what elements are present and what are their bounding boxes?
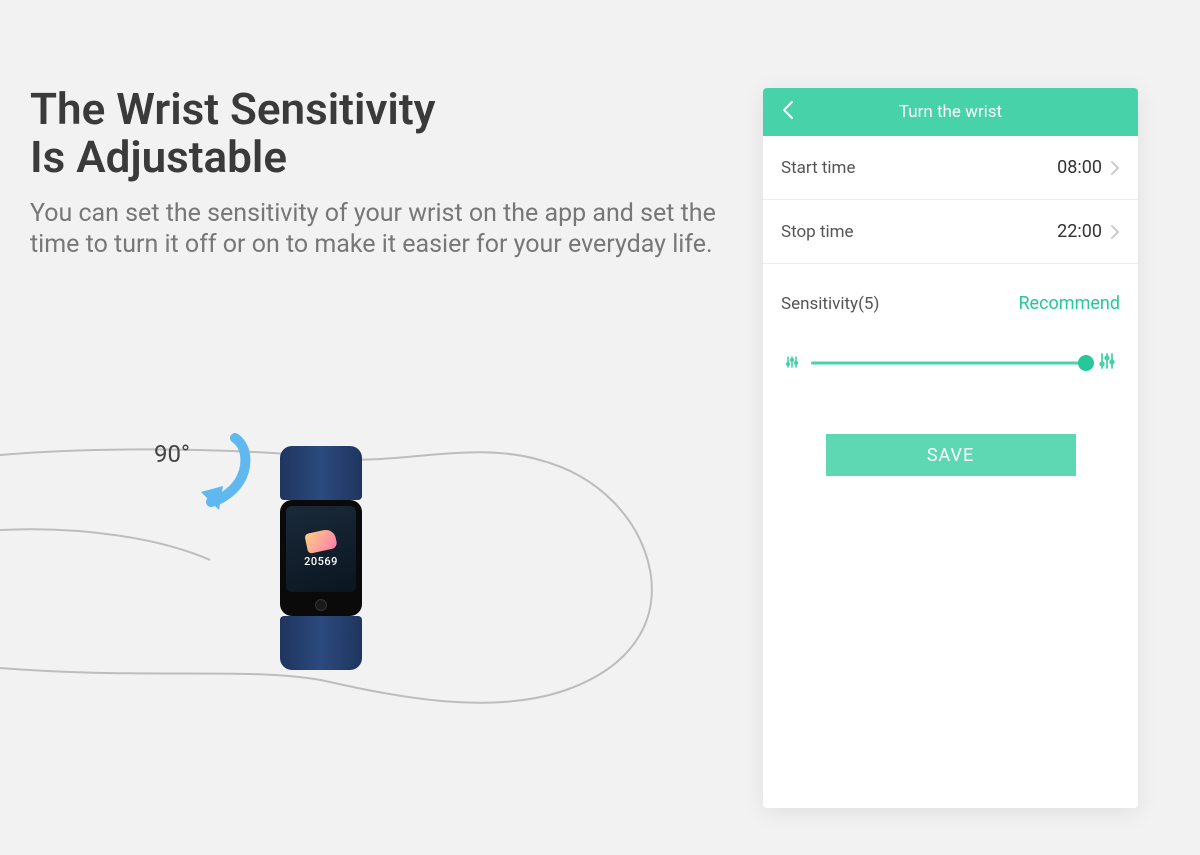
stop-time-label: Stop time bbox=[781, 222, 854, 242]
stop-time-value: 22:00 bbox=[1057, 221, 1102, 242]
app-header: Turn the wrist bbox=[763, 88, 1138, 136]
slider-thumb[interactable] bbox=[1078, 355, 1094, 371]
page-heading: The Wrist Sensitivity Is Adjustable bbox=[30, 85, 435, 182]
start-time-value: 08:00 bbox=[1057, 157, 1102, 178]
save-button[interactable]: SAVE bbox=[826, 434, 1076, 476]
rotation-arrow-icon bbox=[195, 432, 255, 512]
sensitivity-label: Sensitivity(5) bbox=[781, 294, 879, 314]
phone-app-panel: Turn the wrist Start time 08:00 Stop tim… bbox=[763, 88, 1138, 808]
shoe-icon bbox=[304, 528, 338, 554]
angle-label: 90° bbox=[154, 440, 190, 468]
wrist-outline-illustration bbox=[0, 430, 740, 750]
stop-time-row[interactable]: Stop time 22:00 bbox=[763, 200, 1138, 264]
app-title: Turn the wrist bbox=[899, 102, 1002, 122]
watch-steps-value: 20569 bbox=[304, 555, 338, 568]
heading-line1: The Wrist Sensitivity bbox=[30, 83, 435, 135]
chevron-left-icon bbox=[781, 100, 795, 120]
page-description: You can set the sensitivity of your wris… bbox=[30, 198, 730, 261]
sensitivity-slider[interactable] bbox=[811, 355, 1086, 371]
watch-home-button-icon bbox=[315, 599, 327, 611]
heading-line2: Is Adjustable bbox=[30, 131, 287, 183]
sliders-small-icon bbox=[785, 354, 799, 373]
start-time-label: Start time bbox=[781, 158, 855, 178]
chevron-right-icon bbox=[1110, 160, 1120, 176]
start-time-row[interactable]: Start time 08:00 bbox=[763, 136, 1138, 200]
sliders-large-icon bbox=[1098, 352, 1116, 374]
chevron-right-icon bbox=[1110, 224, 1120, 240]
watch-device-illustration: 20569 bbox=[280, 446, 362, 670]
recommend-button[interactable]: Recommend bbox=[1018, 293, 1120, 314]
back-button[interactable] bbox=[781, 100, 795, 124]
sensitivity-block: Sensitivity(5) Recommend bbox=[763, 264, 1138, 374]
